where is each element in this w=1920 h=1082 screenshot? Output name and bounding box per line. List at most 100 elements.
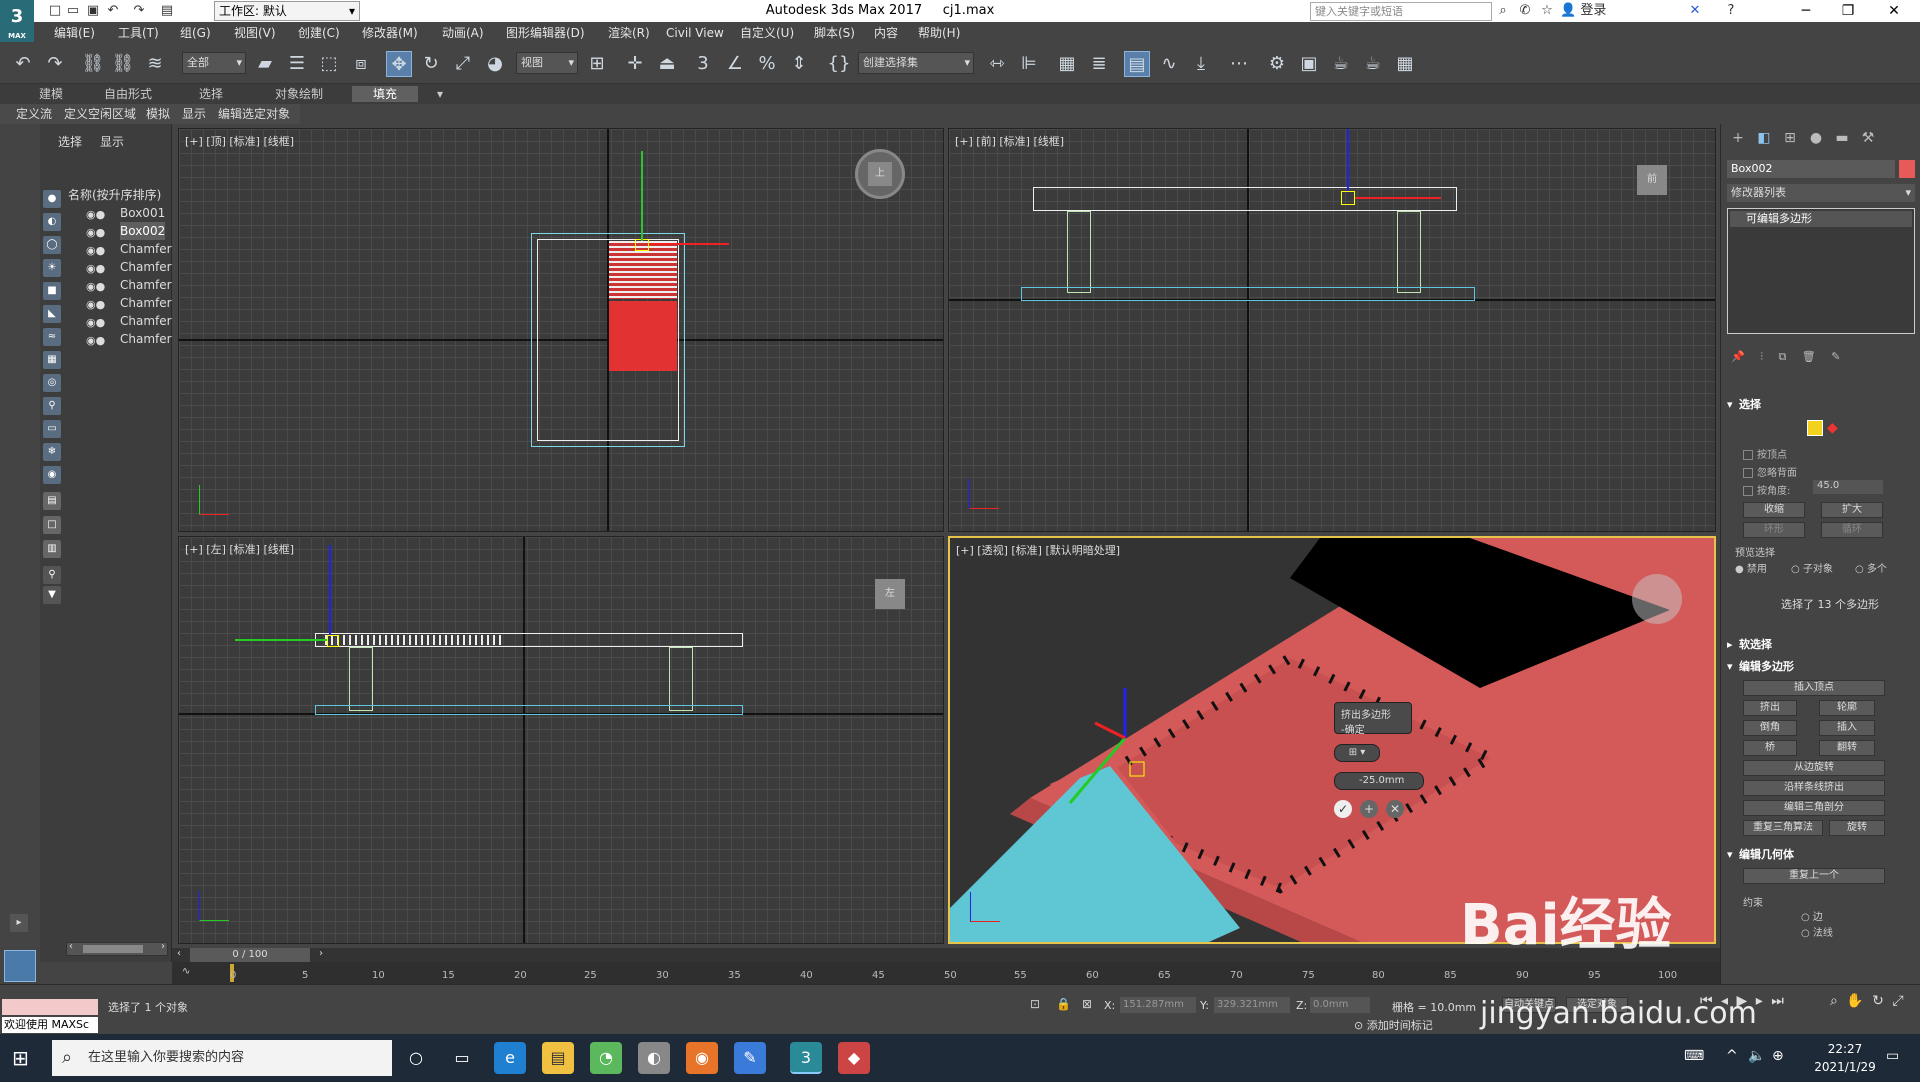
search-input[interactable]: 键入关键字或短语	[1310, 2, 1492, 21]
network-icon[interactable]: ⊕	[1772, 1048, 1784, 1064]
undo-icon[interactable]: ↶	[104, 2, 122, 20]
viewcube[interactable]	[1632, 574, 1682, 624]
tab-object-paint[interactable]: 对象绘制	[256, 86, 342, 102]
window-crossing-icon[interactable]: ⧈	[348, 51, 374, 77]
new-file-icon[interactable]: □	[46, 2, 64, 20]
by-vertex-checkbox[interactable]: 按顶点	[1743, 446, 1787, 461]
minimize-icon[interactable]: ─	[1786, 0, 1826, 22]
menu-rendering[interactable]: 渲染(R)	[608, 22, 650, 44]
display-containers-icon[interactable]: ▭	[43, 420, 61, 438]
display-tab-icon[interactable]: ▬	[1831, 130, 1853, 150]
motion-tab-icon[interactable]: ●	[1805, 130, 1827, 150]
viewcube[interactable]: 上	[855, 149, 905, 199]
spinner-snap-icon[interactable]: ⇕	[786, 51, 812, 77]
mirror-icon[interactable]: ⇿	[984, 51, 1010, 77]
scene-explorer-icon[interactable]: ▦	[1054, 51, 1080, 77]
x-coord-field[interactable]: 151.287mm	[1120, 997, 1196, 1013]
shrink-button[interactable]: 收缩	[1743, 502, 1805, 518]
define-flows-button[interactable]: 定义流	[16, 104, 52, 124]
edit-triangulation-button[interactable]: 编辑三角剖分	[1743, 800, 1885, 816]
display-lights-icon[interactable]: ☀	[43, 259, 61, 277]
viewport-front[interactable]: [+] [前] [标准] [线框] 前	[948, 128, 1716, 532]
menu-edit[interactable]: 编辑(E)	[54, 22, 95, 44]
menu-civil-view[interactable]: Civil View	[666, 22, 724, 44]
prev-frame-icon[interactable]: ‹	[172, 948, 186, 962]
render-production-icon[interactable]: ☕	[1328, 51, 1354, 77]
layer-explorer-icon[interactable]: ≣	[1086, 51, 1112, 77]
ok-icon[interactable]: ✓	[1334, 800, 1352, 818]
bridge-button[interactable]: 桥	[1743, 740, 1797, 756]
gizmo-x-axis[interactable]	[1355, 197, 1441, 199]
reference-coord-select[interactable]: 视图	[516, 52, 578, 74]
rect-selection-icon[interactable]: ⬚	[316, 51, 342, 77]
flip-button[interactable]: 翻转	[1819, 740, 1875, 756]
scale-icon[interactable]: ⤢	[450, 51, 476, 77]
display-geometry-icon[interactable]: ◐	[43, 213, 61, 231]
cortana-icon[interactable]: ○	[400, 1042, 432, 1074]
constraint-edge-radio[interactable]: ○ 边	[1801, 908, 1823, 923]
extrude-height-field[interactable]: -25.0mm	[1334, 772, 1424, 790]
edit-selected-button[interactable]: 编辑选定对象	[218, 104, 290, 124]
display-hidden-icon[interactable]: ◉	[43, 466, 61, 484]
select-manipulate-icon[interactable]: ✛	[622, 51, 648, 77]
rollout-edit-polygons[interactable]: 编辑多边形	[1721, 658, 1920, 676]
hinge-button[interactable]: 从边旋转	[1743, 760, 1885, 776]
display-shapes-icon[interactable]: ◯	[43, 236, 61, 254]
file-explorer-icon[interactable]: ▤	[542, 1042, 574, 1074]
link-icon[interactable]: ⛓	[80, 51, 106, 77]
viewport-layout-icon[interactable]	[4, 950, 36, 982]
taskbar-search-input[interactable]: 在这里输入你要搜索的内容	[52, 1040, 392, 1076]
open-file-icon[interactable]: ▭	[64, 2, 82, 20]
render-cloud-icon[interactable]: ▦	[1392, 51, 1418, 77]
tab-modeling[interactable]: 建模	[20, 86, 82, 102]
notepad-icon[interactable]: ✎	[734, 1042, 766, 1074]
edit-named-sel-icon[interactable]: {}	[826, 51, 852, 77]
viewport-label[interactable]: [+] [左] [标准] [线框]	[185, 541, 294, 557]
insert-vertex-button[interactable]: 插入顶点	[1743, 680, 1885, 696]
redo-icon[interactable]: ↷	[130, 2, 148, 20]
curve-editor-mini-icon[interactable]: ∿	[182, 966, 190, 977]
save-file-icon[interactable]: ▣	[84, 2, 102, 20]
outline-button[interactable]: 轮廓	[1819, 700, 1875, 716]
constraint-normal-radio[interactable]: ○ 法线	[1801, 924, 1833, 939]
scene-hscrollbar[interactable]: ‹ ›	[66, 941, 168, 956]
gizmo-y-axis[interactable]	[235, 639, 327, 641]
cancel-icon[interactable]: ✕	[1386, 800, 1404, 818]
gizmo-y-axis[interactable]	[641, 151, 643, 241]
menu-help[interactable]: 帮助(H)	[918, 22, 960, 44]
menu-graph-editors[interactable]: 图形编辑器(D)	[506, 22, 585, 44]
isolate-icon[interactable]: ⊡	[1030, 997, 1040, 1011]
menu-tools[interactable]: 工具(T)	[118, 22, 159, 44]
menu-animation[interactable]: 动画(A)	[442, 22, 484, 44]
app-icon-paint[interactable]: ◐	[638, 1042, 670, 1074]
gizmo-z-axis[interactable]	[1347, 129, 1349, 191]
scene-tab-display[interactable]: 显示	[100, 134, 124, 150]
menu-customize[interactable]: 自定义(U)	[740, 22, 794, 44]
login-button[interactable]: 👤 登录	[1560, 2, 1620, 20]
preview-multi-radio[interactable]: ○ 多个	[1855, 560, 1887, 575]
inset-button[interactable]: 插入	[1819, 720, 1875, 736]
extrude-button[interactable]: 挤出	[1743, 700, 1797, 716]
snaps-toggle-icon[interactable]: 3	[690, 51, 716, 77]
viewport-label[interactable]: [+] [顶] [标准] [线框]	[185, 133, 294, 149]
angle-field[interactable]: 45.0	[1813, 480, 1883, 494]
list-item[interactable]: ◉● Chamfer	[64, 240, 172, 258]
retriangulate-button[interactable]: 重复三角算法	[1743, 820, 1823, 836]
menu-modifiers[interactable]: 修改器(M)	[362, 22, 418, 44]
input-method-icon[interactable]: ⌨	[1684, 1048, 1704, 1064]
preview-disabled-radio[interactable]: ● 禁用	[1735, 560, 1767, 575]
absolute-mode-icon[interactable]: ⊠	[1082, 997, 1092, 1011]
z-coord-field[interactable]: 0.0mm	[1310, 997, 1370, 1013]
lock-icon[interactable]: 🔒	[1056, 997, 1071, 1011]
tray-arrow-icon[interactable]: ^	[1726, 1048, 1738, 1064]
polygon-mode-icon[interactable]	[1807, 420, 1823, 436]
curve-editor-icon[interactable]: ∿	[1156, 51, 1182, 77]
rollout-edit-geometry[interactable]: 编辑几何体	[1721, 846, 1920, 864]
viewport-label[interactable]: [+] [透视] [标准] [默认明暗处理]	[956, 542, 1120, 558]
close-icon[interactable]: ✕	[1874, 0, 1914, 22]
exchange-icon[interactable]: ✕	[1686, 2, 1704, 20]
gizmo-x-axis[interactable]	[649, 243, 729, 245]
app-icon[interactable]: 3 MAX	[0, 0, 34, 42]
bevel-button[interactable]: 倒角	[1743, 720, 1797, 736]
task-view-icon[interactable]: ▭	[446, 1042, 478, 1074]
